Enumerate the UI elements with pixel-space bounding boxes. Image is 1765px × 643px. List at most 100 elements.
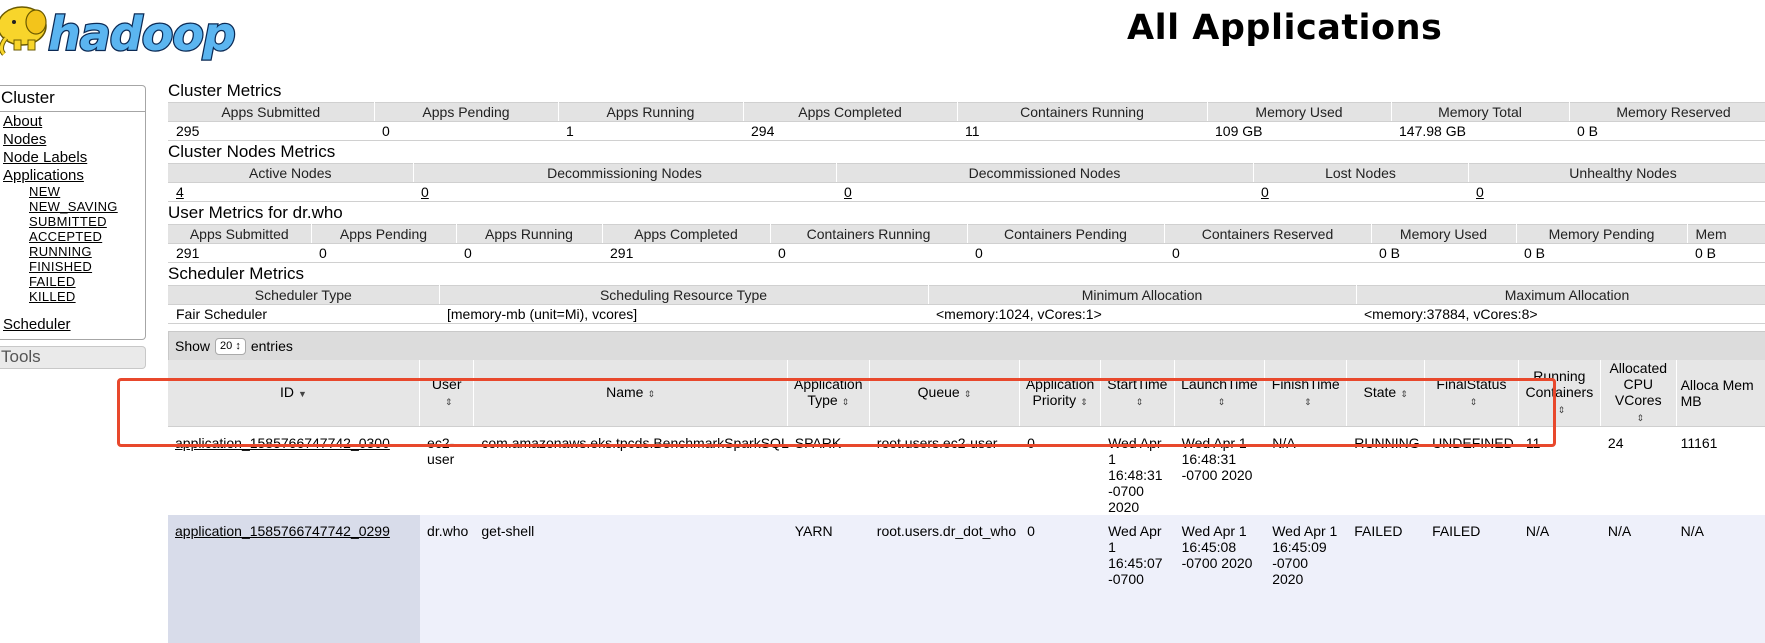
sort-icon: ⇕ (444, 397, 453, 407)
app-start-time: Wed Apr 1 16:48:31 -0700 2020 (1100, 426, 1175, 515)
sort-icon: ⇕ (1469, 397, 1478, 407)
metric-value: 0 (456, 243, 602, 263)
metric-value: 291 (602, 243, 770, 263)
app-allocated-memory: 11161 (1676, 426, 1765, 515)
column-header-final-status[interactable]: FinalStatus ⇕ (1424, 360, 1519, 427)
metric-value: 147.98 GB (1391, 121, 1569, 141)
nav-link-state-failed[interactable]: FAILED (0, 274, 145, 289)
table-row: 4 0 0 0 0 (168, 182, 1765, 202)
metric-value: 0 B (1687, 243, 1765, 263)
column-header-application-type[interactable]: Application Type ⇕ (787, 360, 870, 427)
nav-link-applications[interactable]: Applications (0, 166, 145, 184)
column-header: Decommissioned Nodes (836, 163, 1254, 183)
metric-value: 0 (374, 121, 558, 141)
tools-menu-header[interactable]: Tools (0, 346, 146, 369)
column-header-finish-time[interactable]: FinishTime ⇕ (1264, 360, 1348, 427)
column-header: Containers Running (957, 102, 1208, 122)
nav-link-state-finished[interactable]: FINISHED (0, 259, 145, 274)
app-priority: 0 (1019, 515, 1101, 643)
table-row: Fair Scheduler [memory-mb (unit=Mi), vco… (168, 304, 1765, 324)
column-header: Lost Nodes (1253, 163, 1469, 183)
column-header: Memory Reserved (1569, 102, 1765, 122)
app-running-containers: N/A (1518, 515, 1601, 643)
app-launch-time: Wed Apr 1 16:45:08 -0700 2020 (1174, 515, 1265, 643)
table-header-row: Apps Submitted Apps Pending Apps Running… (168, 224, 1765, 244)
nav-link-nodes[interactable]: Nodes (0, 130, 145, 148)
nav-link-node-labels[interactable]: Node Labels (0, 148, 145, 166)
app-finish-time: Wed Apr 1 16:45:09 -0700 2020 (1264, 515, 1347, 643)
sort-icon: ⇕ (1217, 397, 1226, 407)
column-header-launch-time[interactable]: LaunchTime ⇕ (1174, 360, 1266, 427)
scheduler-metrics-title: Scheduler Metrics (168, 264, 305, 283)
column-header: Containers Reserved (1164, 224, 1372, 244)
app-queue: root.users.ec2-user (869, 426, 1020, 515)
app-allocated-vcores: 24 (1600, 426, 1677, 515)
sort-icon: ⇕ (1400, 389, 1408, 399)
user-metrics-table: Apps Submitted Apps Pending Apps Running… (168, 224, 1765, 263)
nav-link-state-submitted[interactable]: SUBMITTED (0, 214, 145, 229)
hadoop-logo[interactable]: hadoop (0, 0, 280, 66)
sort-icon: ⇕ (1080, 397, 1088, 407)
column-header-allocated-memory[interactable]: Alloca Mem MB (1676, 360, 1765, 427)
lost-nodes-link[interactable]: 0 (1261, 184, 1269, 200)
metric-value: 0 B (1371, 243, 1516, 263)
nav-link-state-new[interactable]: NEW (0, 184, 145, 199)
nav-link-state-running[interactable]: RUNNING (0, 244, 145, 259)
column-header: Minimum Allocation (928, 285, 1357, 305)
nav-link-scheduler[interactable]: Scheduler (0, 315, 145, 333)
node-metrics-table: Active Nodes Decommissioning Nodes Decom… (168, 163, 1765, 202)
app-allocated-vcores: N/A (1600, 515, 1677, 643)
cluster-metrics-title: Cluster Metrics (168, 81, 282, 100)
table-row: 295 0 1 294 11 109 GB 147.98 GB 0 B (168, 121, 1765, 141)
column-header-id[interactable]: ID ▼ (168, 360, 421, 427)
metric-value: 1 (558, 121, 743, 141)
column-header: Scheduling Resource Type (439, 285, 929, 305)
unhealthy-nodes-link[interactable]: 0 (1476, 184, 1484, 200)
nav-link-state-new-saving[interactable]: NEW_SAVING (0, 199, 145, 214)
sort-icon: ⇕ (841, 397, 850, 407)
application-id-link[interactable]: application_1585766747742_0300 (175, 435, 390, 451)
column-header: Maximum Allocation (1356, 285, 1765, 305)
app-launch-time: Wed Apr 1 16:48:31 -0700 2020 (1174, 426, 1265, 515)
app-start-time: Wed Apr 1 16:45:07 -0700 (1100, 515, 1175, 643)
logo-wordmark: hadoop (48, 7, 235, 61)
nav-link-about[interactable]: About (0, 112, 145, 130)
column-header: Active Nodes (168, 163, 414, 183)
table-row[interactable]: application_1585766747742_0300 ec2-user … (168, 426, 1765, 515)
metric-value: 0 (967, 243, 1164, 263)
column-header: Memory Pending (1516, 224, 1688, 244)
column-header-name[interactable]: Name ⇕ (473, 360, 788, 427)
column-header-priority[interactable]: Application Priority ⇕ (1019, 360, 1102, 427)
sort-icon: ⇕ (963, 389, 972, 399)
app-final-status: UNDEFINED (1424, 426, 1519, 515)
column-header: Mem (1687, 224, 1765, 244)
cluster-menu-header[interactable]: Cluster (0, 86, 145, 112)
nav-link-state-accepted[interactable]: ACCEPTED (0, 229, 145, 244)
column-header-queue[interactable]: Queue ⇕ (869, 360, 1021, 427)
user-metrics-title: User Metrics for dr.who (168, 203, 343, 222)
sort-desc-icon: ▼ (298, 389, 307, 399)
metric-value: <memory:1024, vCores:1> (928, 304, 1356, 324)
application-id-link[interactable]: application_1585766747742_0299 (175, 523, 390, 539)
column-header-user[interactable]: User ⇕ (419, 360, 475, 427)
decommissioned-nodes-link[interactable]: 0 (844, 184, 852, 200)
column-header-running-containers[interactable]: Running Containers ⇕ (1518, 360, 1601, 427)
app-user: dr.who (419, 515, 474, 643)
column-header: Apps Running (456, 224, 603, 244)
table-row[interactable]: application_1585766747742_0299 dr.who ge… (168, 515, 1765, 643)
app-running-containers: 11 (1518, 426, 1601, 515)
table-header-row: Scheduler Type Scheduling Resource Type … (168, 285, 1765, 305)
column-header-allocated-vcores[interactable]: Allocated CPU VCores ⇕ (1600, 360, 1677, 427)
decommissioning-nodes-link[interactable]: 0 (421, 184, 429, 200)
app-priority: 0 (1019, 426, 1101, 515)
app-name: com.amazonaws.eks.tpcds.BenchmarkSparkSQ… (473, 426, 789, 515)
column-header-state[interactable]: State ⇕ (1346, 360, 1426, 427)
entries-select[interactable]: 20 ↕ (215, 337, 246, 355)
select-arrows-icon: ↕ (235, 339, 241, 352)
column-header: Decommissioning Nodes (413, 163, 837, 183)
scheduler-metrics-table: Scheduler Type Scheduling Resource Type … (168, 285, 1765, 324)
nav-link-state-killed[interactable]: KILLED (0, 289, 145, 304)
active-nodes-link[interactable]: 4 (176, 184, 184, 200)
column-header-start-time[interactable]: StartTime ⇕ (1100, 360, 1175, 427)
column-header: Apps Completed (743, 102, 958, 122)
